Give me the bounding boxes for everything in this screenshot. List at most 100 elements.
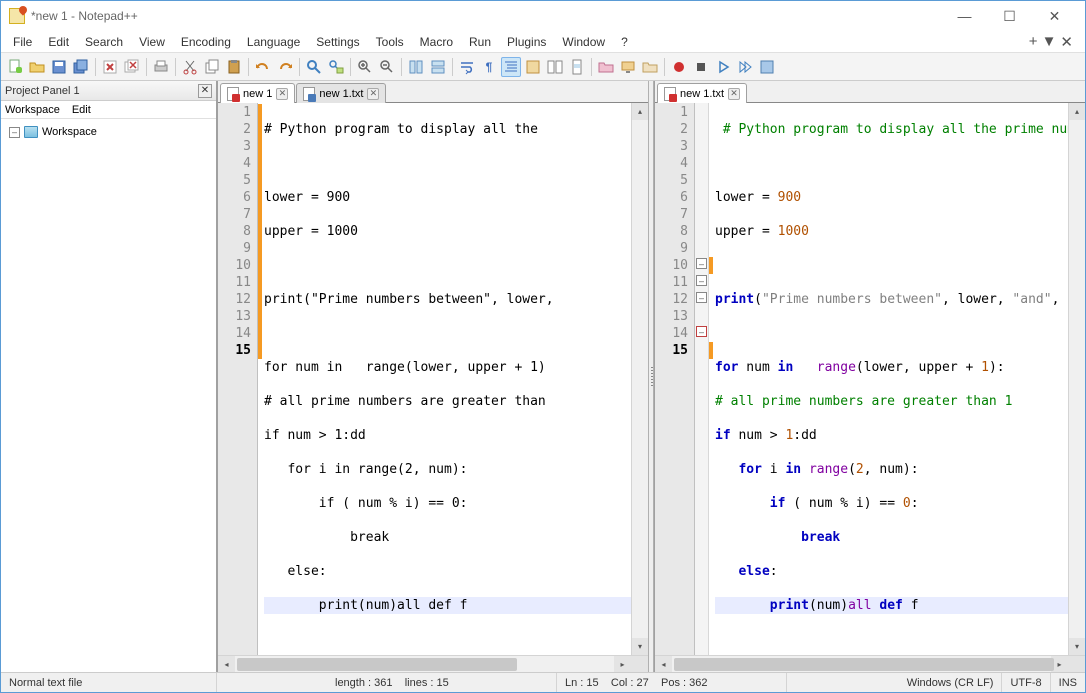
editor-pane-left: new 1 ✕ new 1.txt ✕ 12345678910111213141… [217,81,648,672]
project-tree: ‒ Workspace [1,119,216,672]
horizontal-scrollbar[interactable]: ◂ ▸ [655,655,1085,672]
title-bar: *new 1 - Notepad++ — ☐ ✕ [1,1,1085,31]
add-icon[interactable]: + [1029,33,1038,51]
tab-new-1-txt[interactable]: new 1.txt ✕ [296,83,386,103]
fold-icon[interactable]: ‒ [696,258,707,269]
window-title: *new 1 - Notepad++ [31,9,942,23]
horizontal-scrollbar[interactable]: ◂ ▸ [218,655,648,672]
status-doc-type: Normal text file [1,673,217,692]
menu-plugins[interactable]: Plugins [499,33,554,51]
play-icon[interactable] [713,57,733,77]
status-encoding[interactable]: UTF-8 [1002,673,1050,692]
scroll-up-icon[interactable]: ▴ [632,103,648,120]
tab-new-1[interactable]: new 1 ✕ [220,83,295,103]
new-file-icon[interactable] [5,57,25,77]
undo-icon[interactable] [253,57,273,77]
scroll-up-icon[interactable]: ▴ [1069,103,1085,120]
vertical-scrollbar[interactable]: ▴ ▾ [1068,103,1085,655]
menu-tools[interactable]: Tools [368,33,412,51]
menu-edit[interactable]: Edit [40,33,77,51]
minimize-button[interactable]: — [942,2,987,30]
sync-h-icon[interactable] [428,57,448,77]
wrap-icon[interactable] [457,57,477,77]
tab-close-icon[interactable]: ✕ [367,88,379,100]
menu-run[interactable]: Run [461,33,499,51]
tab-strip-right: new 1.txt ✕ [655,81,1085,103]
menu-search[interactable]: Search [77,33,131,51]
tab-new-1-txt-right[interactable]: new 1.txt ✕ [657,83,747,103]
folder-open-icon[interactable] [640,57,660,77]
open-file-icon[interactable] [27,57,47,77]
save-all-icon[interactable] [71,57,91,77]
status-position: Ln : 15 Col : 27 Pos : 362 [557,673,787,692]
code-area-left[interactable]: 123456789101112131415 # Python program t… [218,103,648,655]
menu-view[interactable]: View [131,33,173,51]
print-icon[interactable] [151,57,171,77]
menu-bar: File Edit Search View Encoding Language … [1,31,1085,53]
save-macro-icon[interactable] [757,57,777,77]
menu-settings[interactable]: Settings [308,33,367,51]
fold-icon[interactable]: ‒ [696,292,707,303]
close-file-icon[interactable] [100,57,120,77]
redo-icon[interactable] [275,57,295,77]
copy-icon[interactable] [202,57,222,77]
sync-v-icon[interactable] [406,57,426,77]
code-text-right[interactable]: # Python program to display all the prim… [713,103,1068,655]
zoom-out-icon[interactable] [377,57,397,77]
pp-menu-workspace[interactable]: Workspace [5,104,60,116]
scroll-down-icon[interactable]: ▾ [1069,638,1085,655]
code-area-right[interactable]: 123456789101112131415 ‒ ‒ ‒ ‒ # Python p… [655,103,1085,655]
menu-language[interactable]: Language [239,33,308,51]
project-panel: Project Panel 1 ✕ Workspace Edit ‒ Works… [1,81,217,672]
scroll-right-icon[interactable]: ▸ [614,656,631,672]
project-panel-title: Project Panel 1 ✕ [1,81,216,101]
replace-icon[interactable] [326,57,346,77]
workspace-label: Workspace [42,126,97,138]
show-all-chars-icon[interactable]: ¶ [479,57,499,77]
monitor-icon[interactable] [618,57,638,77]
function-list-icon[interactable] [545,57,565,77]
tab-close-icon[interactable]: ✕ [276,88,288,100]
lang-box-icon[interactable] [523,57,543,77]
stop-icon[interactable] [691,57,711,77]
panel-close-button[interactable]: ✕ [198,84,212,98]
pane-splitter[interactable] [648,81,654,672]
zoom-in-icon[interactable] [355,57,375,77]
paste-icon[interactable] [224,57,244,77]
status-eol[interactable]: Windows (CR LF) [899,673,1003,692]
doc-map-icon[interactable] [567,57,587,77]
line-numbers: 123456789101112131415 [655,103,695,655]
project-panel-menu: Workspace Edit [1,101,216,119]
cut-icon[interactable] [180,57,200,77]
menu-help[interactable]: ? [613,33,636,51]
indent-guide-icon[interactable] [501,57,521,77]
pp-menu-edit[interactable]: Edit [72,104,91,116]
collapse-icon[interactable]: ‒ [9,127,20,138]
menu-macro[interactable]: Macro [412,33,461,51]
tab-close-icon[interactable]: ✕ [728,88,740,100]
workspace-node[interactable]: ‒ Workspace [5,125,212,139]
find-icon[interactable] [304,57,324,77]
scroll-left-icon[interactable]: ◂ [655,656,672,672]
fold-icon[interactable]: ‒ [696,275,707,286]
close-button[interactable]: ✕ [1032,2,1077,30]
close-all-icon[interactable] [122,57,142,77]
toolbar: ¶ [1,53,1085,81]
menu-file[interactable]: File [5,33,40,51]
dropdown-icon[interactable]: ▼ [1042,33,1057,51]
scroll-left-icon[interactable]: ◂ [218,656,235,672]
maximize-button[interactable]: ☐ [987,2,1032,30]
record-icon[interactable] [669,57,689,77]
folder-icon[interactable] [596,57,616,77]
code-text-left[interactable]: # Python program to display all the lowe… [262,103,631,655]
close-icon[interactable]: ✕ [1060,33,1073,51]
play-multi-icon[interactable] [735,57,755,77]
status-insert-mode[interactable]: INS [1051,673,1085,692]
fold-icon[interactable]: ‒ [696,326,707,337]
scroll-down-icon[interactable]: ▾ [632,638,648,655]
save-icon[interactable] [49,57,69,77]
workspace-icon [24,126,38,138]
menu-window[interactable]: Window [554,33,613,51]
menu-encoding[interactable]: Encoding [173,33,239,51]
vertical-scrollbar[interactable]: ▴ ▾ [631,103,648,655]
